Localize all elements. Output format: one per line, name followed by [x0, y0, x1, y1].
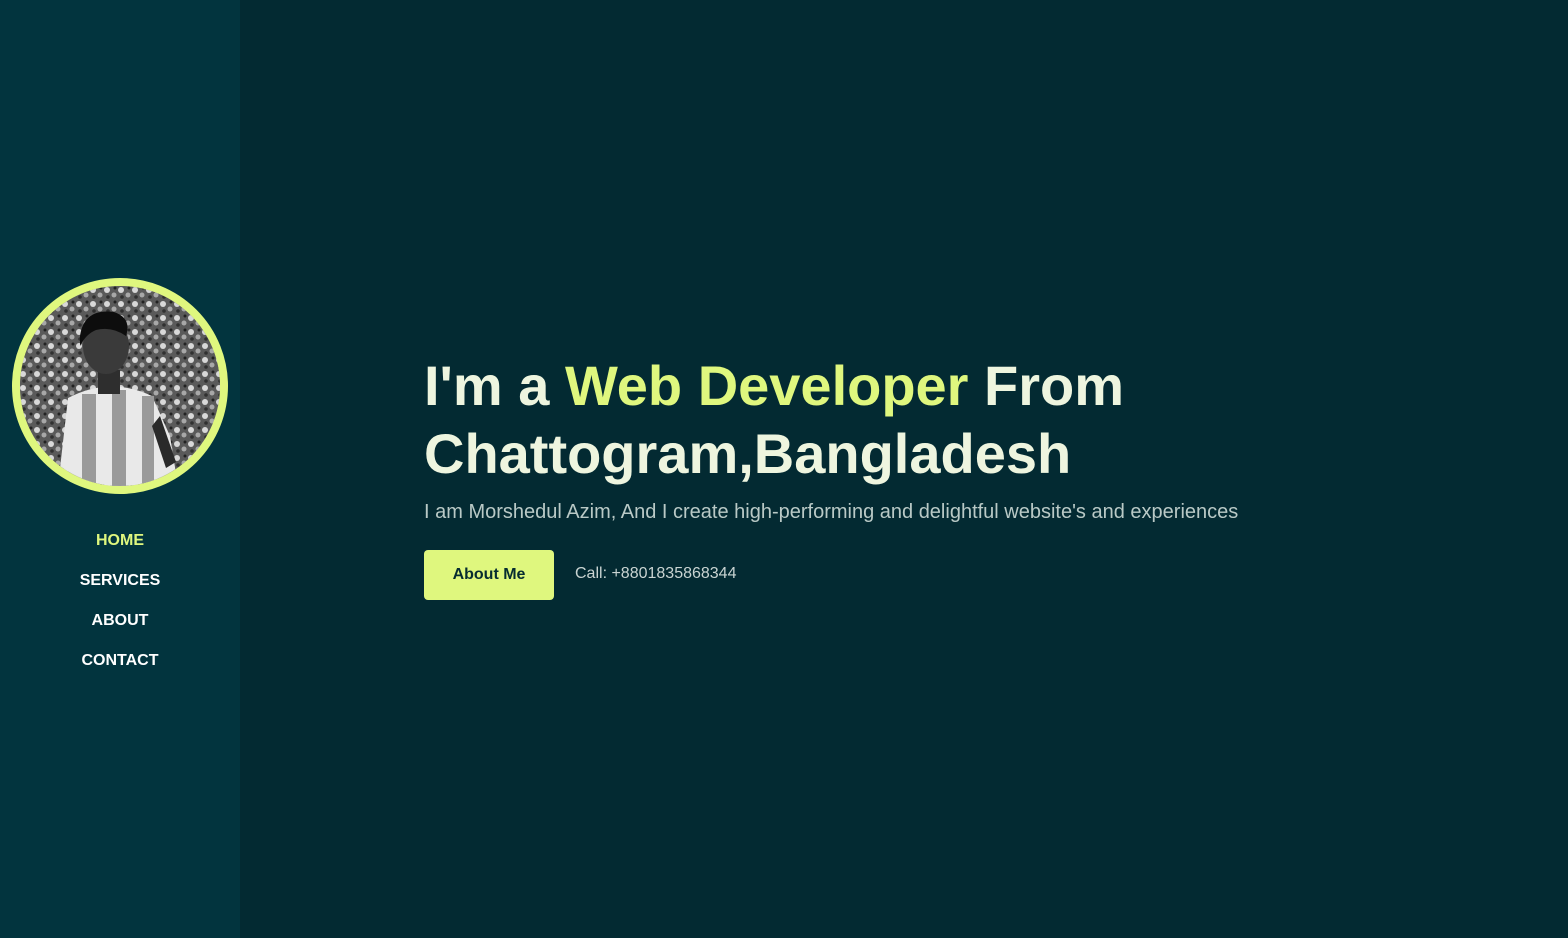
- hero-actions: About Me Call: +8801835868344: [424, 550, 1524, 600]
- nav-item-contact[interactable]: CONTACT: [0, 648, 240, 688]
- nav-item-about[interactable]: ABOUT: [0, 608, 240, 648]
- sidebar-nav: HOME SERVICES ABOUT CONTACT: [0, 528, 240, 688]
- nav-item-services[interactable]: SERVICES: [0, 568, 240, 608]
- profile-photo-icon: [20, 286, 220, 486]
- avatar: [12, 278, 228, 494]
- hero-headline: I'm a Web Developer From Chattogram,Bang…: [424, 352, 1524, 488]
- page: HOME SERVICES ABOUT CONTACT I'm a Web De…: [0, 0, 1568, 938]
- sidebar: HOME SERVICES ABOUT CONTACT: [0, 0, 240, 938]
- headline-prefix: I'm a: [424, 354, 565, 417]
- hero-section: I'm a Web Developer From Chattogram,Bang…: [424, 352, 1524, 600]
- hero-tagline: I am Morshedul Azim, And I create high-p…: [424, 501, 1239, 523]
- nav-item-home[interactable]: HOME: [0, 528, 240, 568]
- headline-accent: Web Developer: [564, 354, 969, 417]
- call-phone-link[interactable]: Call: +8801835868344: [575, 565, 736, 583]
- about-me-button[interactable]: About Me: [424, 550, 554, 600]
